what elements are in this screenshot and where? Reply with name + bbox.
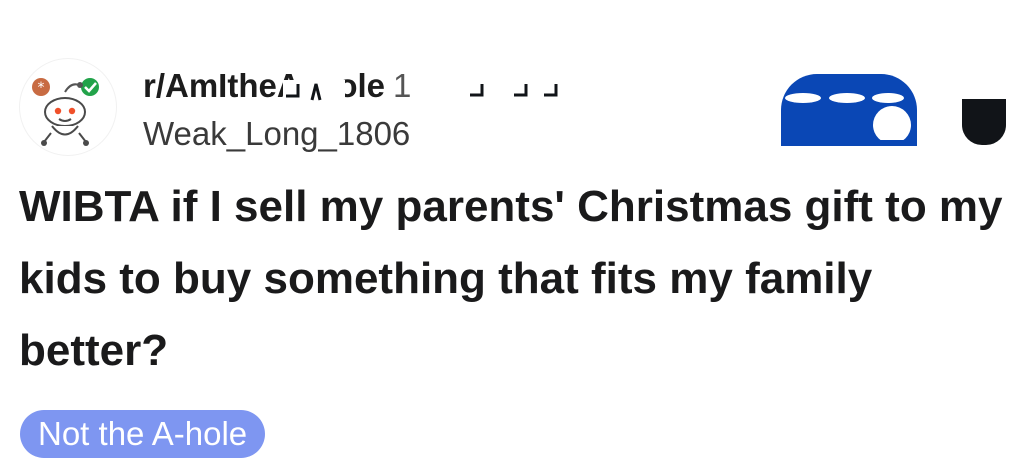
svg-text:*: * bbox=[38, 80, 45, 96]
snoo-avatar-icon: * bbox=[32, 78, 99, 146]
post-flair[interactable]: Not the A-hole bbox=[20, 410, 266, 458]
subreddit-line: r/AmItheA ole 1 bbox=[143, 63, 411, 109]
join-button[interactable] bbox=[781, 74, 917, 146]
join-button-icon bbox=[781, 93, 917, 146]
reddit-post-card: * r/AmItheA ole 1 Weak_Long_1806 WIBTA i… bbox=[0, 0, 1025, 476]
rendering-gap-icon bbox=[470, 84, 558, 97]
rendering-gap bbox=[283, 80, 345, 102]
subreddit-name[interactable]: r/AmItheA ole bbox=[143, 67, 385, 104]
rendering-gap-icon bbox=[286, 83, 322, 101]
post-time: 1 bbox=[393, 67, 412, 104]
rendering-gap-2 bbox=[446, 80, 564, 102]
more-icon[interactable] bbox=[962, 99, 1006, 145]
user-avatar[interactable]: * bbox=[19, 58, 117, 156]
author-username[interactable]: Weak_Long_1806 bbox=[143, 111, 410, 157]
post-title[interactable]: WIBTA if I sell my parents' Christmas gi… bbox=[19, 171, 1009, 387]
